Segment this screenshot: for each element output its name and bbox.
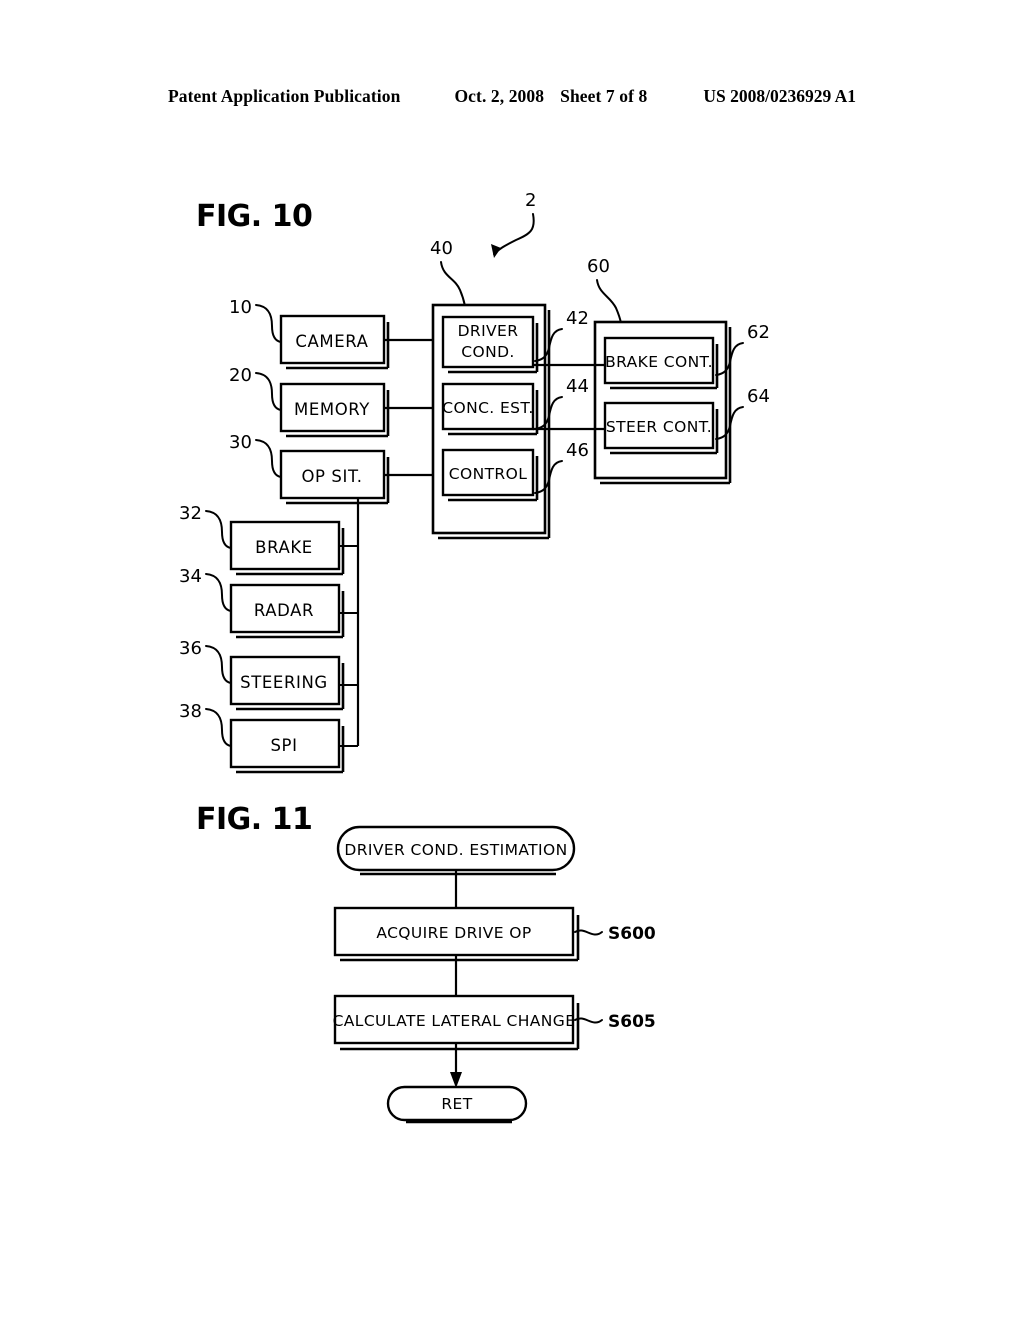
brake-ref-leader <box>205 510 232 549</box>
memory-ref-label: 20 <box>229 365 252 386</box>
fig11-start-label: DRIVER COND. ESTIMATION <box>344 841 567 859</box>
patent-drawing: FIG. 10 2 40 60 10 CAMERA 20 MEMORY 30 O… <box>179 190 770 1124</box>
steering-box-label: STEERING <box>240 673 328 692</box>
brake-ref-label: 32 <box>179 503 202 524</box>
steer-cont-ref-label: 64 <box>747 386 770 407</box>
patent-page: Patent Application Publication Oct. 2, 2… <box>0 0 1024 1320</box>
brake-cont-ref-label: 62 <box>747 322 770 343</box>
driver-cond-label-line2: COND. <box>461 343 514 361</box>
brake-box-label: BRAKE <box>255 538 313 557</box>
system-ref-arrowhead <box>491 244 501 258</box>
ecu-ref-leader <box>440 261 466 307</box>
conc-est-ref-label: 44 <box>566 376 589 397</box>
ecu-ref-label: 40 <box>430 238 453 259</box>
actuator-ref-label: 60 <box>587 256 610 277</box>
fig11-s605-label: CALCULATE LATERAL CHANGE <box>333 1012 576 1030</box>
brake-cont-label: BRAKE CONT. <box>605 353 713 371</box>
opsit-ref-label: 30 <box>229 432 252 453</box>
fig11-s600-id: S600 <box>608 924 656 944</box>
fig11-ret-label: RET <box>441 1095 472 1113</box>
conc-est-label: CONC. EST. <box>442 399 533 417</box>
steering-ref-leader <box>205 645 232 684</box>
driver-cond-label-line1: DRIVER <box>458 322 519 340</box>
fig11-s605-id: S605 <box>608 1012 656 1032</box>
fig10-system-ref-label: 2 <box>525 190 536 211</box>
radar-box-label: RADAR <box>254 601 314 620</box>
radar-ref-leader <box>205 573 232 612</box>
steer-cont-label: STEER CONT. <box>606 418 712 436</box>
control-ref-label: 46 <box>566 440 589 461</box>
fig11-ret-arrowhead <box>450 1072 462 1088</box>
radar-ref-label: 34 <box>179 566 202 587</box>
memory-ref-leader <box>255 372 282 411</box>
opsit-ref-leader <box>255 439 282 478</box>
control-label: CONTROL <box>449 465 528 483</box>
memory-box-label: MEMORY <box>294 400 370 419</box>
opsit-box-label: OP SIT. <box>301 467 362 486</box>
fig10-title: FIG. 10 <box>196 199 312 234</box>
actuator-ref-leader <box>596 279 622 324</box>
steering-ref-label: 36 <box>179 638 202 659</box>
camera-ref-leader <box>255 304 282 343</box>
camera-box-label: CAMERA <box>295 332 368 351</box>
spi-ref-label: 38 <box>179 701 202 722</box>
fig11-title: FIG. 11 <box>196 802 312 837</box>
spi-ref-leader <box>205 708 232 747</box>
camera-ref-label: 10 <box>229 297 252 318</box>
driver-cond-ref-label: 42 <box>566 308 589 329</box>
spi-box-label: SPI <box>270 736 297 755</box>
fig11-s600-label: ACQUIRE DRIVE OP <box>376 924 531 942</box>
